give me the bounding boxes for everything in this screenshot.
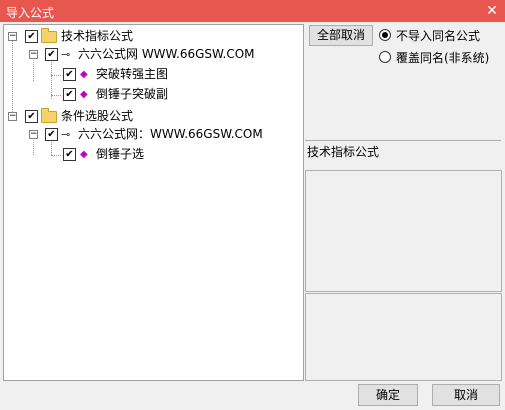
folder-icon: [41, 28, 57, 43]
collapse-icon[interactable]: −: [8, 112, 17, 121]
collapse-icon[interactable]: −: [29, 130, 38, 139]
source-checkbox[interactable]: ✔: [45, 48, 58, 61]
formula-checkbox[interactable]: ✔: [63, 148, 76, 161]
key-icon: ⊸: [61, 128, 71, 141]
formula-type-row: 技术指标公式: [305, 140, 501, 163]
overwrite-label: 覆盖同名(非系统): [396, 51, 490, 65]
window-title: 导入公式: [6, 6, 55, 20]
cancel-button[interactable]: 取消: [432, 384, 500, 406]
overwrite-radio[interactable]: [379, 51, 391, 63]
collapse-icon[interactable]: −: [8, 32, 17, 41]
formula-type-label: 技术指标公式: [307, 145, 380, 159]
group-checkbox[interactable]: ✔: [25, 30, 38, 43]
collapse-icon[interactable]: −: [29, 50, 38, 59]
tree-connector: [51, 57, 52, 99]
tree-connector: [12, 39, 13, 118]
tree-connector: [51, 155, 61, 156]
close-icon[interactable]: ✕: [483, 2, 501, 20]
source-label: 六六公式网：WWW.66GSW.COM: [78, 127, 263, 141]
tree-connector: [33, 137, 34, 155]
source-label: 六六公式网 WWW.66GSW.COM: [78, 47, 255, 61]
formula-description-box: [305, 170, 502, 292]
group-label: 技术指标公式: [61, 29, 134, 43]
tree-connector: [51, 95, 61, 96]
ok-button[interactable]: 确定: [358, 384, 418, 406]
no-import-label: 不导入同名公式: [396, 29, 481, 43]
no-import-radio[interactable]: [379, 29, 391, 41]
tree-connector: [33, 57, 34, 81]
source-checkbox[interactable]: ✔: [45, 128, 58, 141]
title-bar: 导入公式 ✕: [0, 0, 505, 22]
formula-label: 倒锤子突破副: [96, 87, 169, 101]
formula-label: 倒锤子选: [96, 147, 145, 161]
formula-diamond-icon: ◆: [80, 69, 88, 80]
deselect-all-button[interactable]: 全部取消: [309, 25, 373, 46]
formula-label: 突破转强主图: [96, 67, 169, 81]
formula-checkbox[interactable]: ✔: [63, 68, 76, 81]
formula-diamond-icon: ◆: [80, 149, 88, 160]
folder-icon: [41, 108, 57, 123]
formula-params-box: [305, 293, 502, 381]
key-icon: ⊸: [61, 48, 71, 61]
group-label: 条件选股公式: [61, 109, 134, 123]
formula-tree[interactable]: − ✔ 技术指标公式 − ✔ ⊸ 六六公式网 WWW.66GSW.COM ✔ ◆…: [3, 24, 304, 381]
group-checkbox[interactable]: ✔: [25, 110, 38, 123]
tree-connector: [51, 75, 61, 76]
formula-checkbox[interactable]: ✔: [63, 88, 76, 101]
formula-diamond-icon: ◆: [80, 89, 88, 100]
